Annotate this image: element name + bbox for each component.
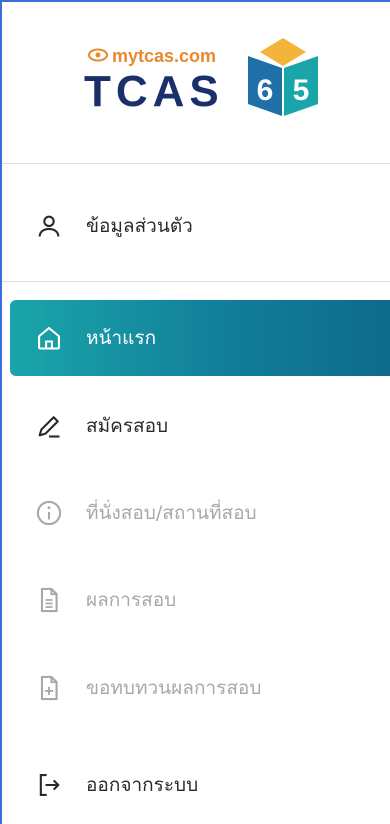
- menu-item-profile[interactable]: ข้อมูลส่วนตัว: [10, 188, 390, 264]
- menu-label-results: ผลการสอบ: [86, 589, 177, 611]
- site-label: mytcas.com: [88, 46, 216, 67]
- year-right: 5: [293, 74, 310, 107]
- menu-label-home: หน้าแรก: [86, 327, 157, 349]
- divider-top: [2, 163, 390, 164]
- menu-label-profile: ข้อมูลส่วนตัว: [86, 215, 193, 237]
- document-plus-icon: [34, 673, 64, 703]
- pen-icon: [34, 411, 64, 441]
- menu-item-logout[interactable]: ออกจากระบบ: [10, 747, 390, 823]
- info-icon: [34, 498, 64, 528]
- eye-icon: [88, 46, 108, 67]
- menu-item-home[interactable]: หน้าแรก: [10, 300, 390, 376]
- menu-item-seat[interactable]: ที่นั่งสอบ/สถานที่สอบ: [10, 475, 390, 551]
- divider-middle: [2, 281, 390, 282]
- tcas-logo[interactable]: mytcas.com TCAS 6 5: [84, 38, 324, 122]
- menu-label-review: ขอทบทวนผลการสอบ: [86, 677, 262, 699]
- brand-text: TCAS: [84, 67, 224, 116]
- logout-icon: [34, 770, 64, 800]
- menu-item-apply[interactable]: สมัครสอบ: [10, 388, 390, 464]
- menu-label-logout: ออกจากระบบ: [86, 774, 199, 796]
- user-icon: [34, 211, 64, 241]
- menu-item-results[interactable]: ผลการสอบ: [10, 562, 390, 638]
- home-icon: [34, 323, 64, 353]
- year-left: 6: [257, 74, 274, 107]
- book-icon: 6 5: [244, 38, 322, 122]
- menu-item-review[interactable]: ขอทบทวนผลการสอบ: [10, 650, 390, 726]
- menu-label-apply: สมัครสอบ: [86, 415, 169, 437]
- document-icon: [34, 585, 64, 615]
- menu-label-seat: ที่นั่งสอบ/สถานที่สอบ: [86, 502, 257, 524]
